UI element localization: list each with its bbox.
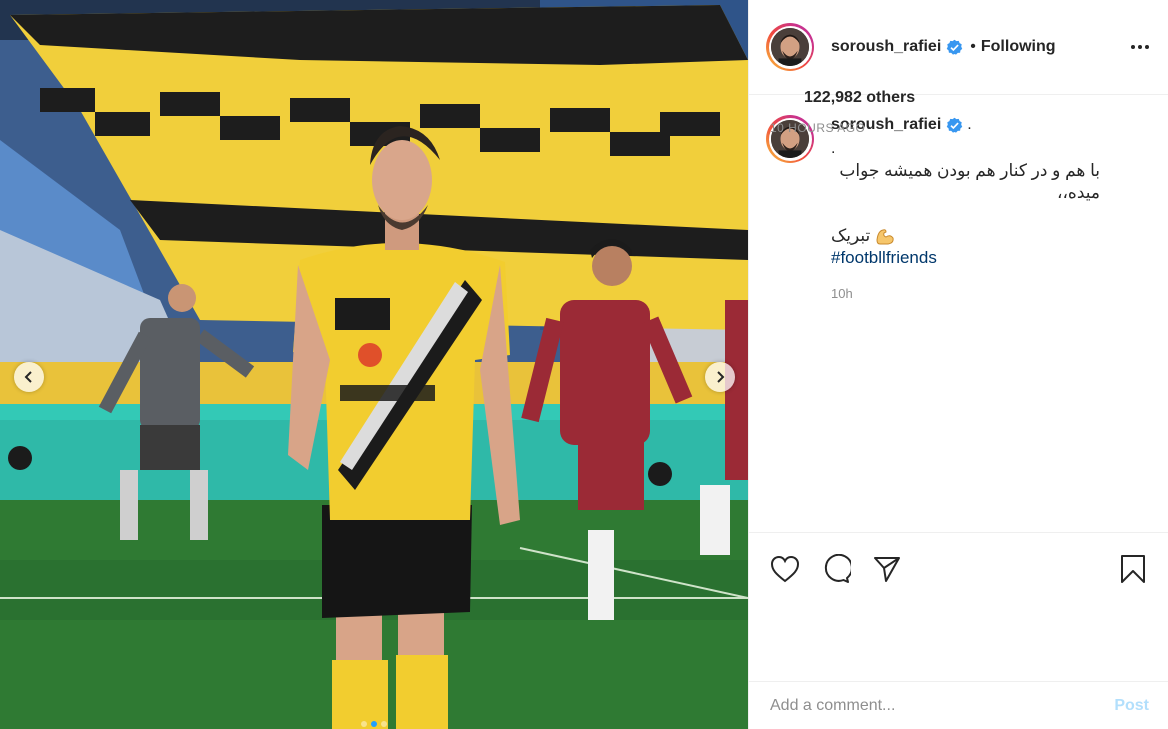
header-separator: •	[970, 38, 976, 55]
carousel-next-button[interactable]	[705, 362, 735, 392]
carousel-dot	[361, 721, 367, 727]
save-button[interactable]	[1117, 553, 1149, 585]
carousel-prev-button[interactable]	[14, 362, 44, 392]
chevron-left-icon	[24, 371, 32, 383]
flexed-biceps-icon	[876, 229, 894, 245]
bookmark-icon	[1121, 555, 1145, 583]
comment-icon	[824, 554, 851, 583]
post-timestamp[interactable]: 10 HOURS AGO	[770, 121, 865, 135]
caption: soroush_rafiei . . با هم و در کنار هم بو…	[766, 115, 1152, 301]
hashtag-link[interactable]: #footbllfriends	[831, 247, 1100, 269]
chevron-right-icon	[717, 371, 725, 383]
following-button[interactable]: Following	[981, 38, 1056, 56]
caption-congrats: تبریک	[831, 225, 911, 247]
more-options-icon	[1131, 45, 1149, 49]
carousel-dot-active	[371, 721, 377, 727]
likes-count[interactable]: 122,982 others	[804, 89, 915, 107]
caption-congrats-text: تبریک	[831, 226, 871, 245]
post-header: soroush_rafiei • Following	[749, 0, 1168, 95]
post-side-panel: soroush_rafiei • Following soroush_rafie…	[748, 0, 1168, 729]
caption-trailing-dot: .	[967, 116, 972, 133]
avatar-image	[771, 28, 809, 66]
football-scene-image	[0, 0, 748, 729]
carousel-indicators	[0, 721, 748, 727]
heart-icon	[770, 555, 800, 583]
more-options-button[interactable]	[1128, 35, 1152, 59]
caption-text: با هم و در کنار هم بودن همیشه جواب میده،…	[839, 161, 1100, 202]
share-button[interactable]	[871, 553, 903, 585]
post-photo[interactable]	[0, 0, 748, 729]
verified-badge-icon	[947, 39, 963, 55]
verified-badge-icon	[947, 117, 963, 133]
share-icon	[874, 557, 900, 582]
carousel-dot	[381, 721, 387, 727]
author-avatar[interactable]	[766, 23, 814, 71]
post-comment-button[interactable]: Post	[1114, 697, 1149, 715]
comment-bar: Post	[749, 681, 1168, 729]
comments-scroll-area[interactable]: soroush_rafiei . . با هم و در کنار هم بو…	[749, 95, 1168, 531]
comment-input[interactable]	[770, 696, 1115, 715]
caption-time: 10h	[831, 286, 853, 301]
author-username[interactable]: soroush_rafiei	[831, 38, 941, 56]
caption-dot-line: .	[831, 140, 836, 157]
post-actions	[749, 532, 1168, 628]
like-button[interactable]	[769, 553, 801, 585]
comment-button[interactable]	[820, 553, 852, 585]
